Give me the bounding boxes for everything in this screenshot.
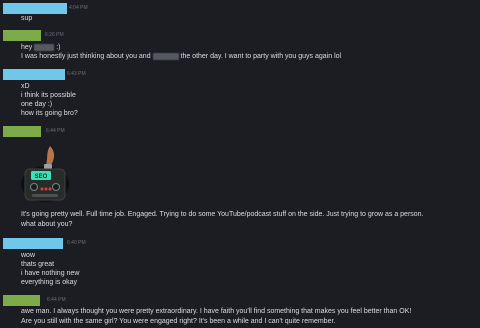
timestamp: 4:04 PM — [69, 5, 88, 11]
message-word: the other day. I want to party with you … — [180, 53, 342, 60]
message-text: what about you? — [21, 221, 73, 228]
sender-name-redacted[interactable] — [3, 295, 40, 306]
message-text: how its going bro? — [21, 110, 78, 117]
message-text: everything is okay — [21, 279, 78, 286]
sticker-hand — [46, 146, 55, 166]
message-header: 6:40 PM — [3, 238, 103, 249]
message-word: :) — [56, 44, 61, 51]
message-text: xD — [21, 83, 30, 90]
message-text: Are you still with the same girl? You we… — [21, 318, 336, 325]
sticker-knob — [30, 183, 38, 191]
timestamp: 6:44 PM — [47, 297, 66, 303]
redacted-name — [34, 43, 55, 51]
sticker-knob — [52, 183, 60, 191]
message-header: 4:04 PM — [3, 3, 103, 14]
sticker-light — [48, 187, 52, 191]
message-header: 6:44 PM — [3, 126, 103, 137]
message-text: wow — [21, 252, 36, 259]
sender-name-redacted[interactable] — [3, 3, 67, 14]
timestamp: 6:26 PM — [45, 32, 64, 38]
sender-name-redacted[interactable] — [3, 30, 41, 41]
message-header: 6:26 PM — [3, 30, 103, 41]
timestamp: 6:44 PM — [46, 128, 65, 134]
sticker-slot — [32, 194, 58, 197]
message-word: I was honestly just thinking about you a… — [21, 53, 151, 60]
chat-log: 4:04 PM sup 6:26 PM hey :) I was honestl… — [0, 0, 480, 328]
sticker-sleeve — [44, 164, 52, 169]
message-text: i think its possible — [21, 92, 76, 99]
message-text: sup — [21, 15, 33, 22]
message-word: hey — [21, 44, 33, 51]
sender-name-redacted[interactable] — [3, 69, 65, 80]
message-text: awe man. I always thought you were prett… — [21, 308, 412, 315]
message-text: It's going pretty well. Full time job. E… — [21, 211, 424, 218]
sender-name-redacted[interactable] — [3, 238, 63, 249]
message-header: 6:43 PM — [3, 69, 103, 80]
message-header: 6:44 PM — [3, 295, 103, 306]
message-text: i have nothing new — [21, 270, 80, 277]
message-text: thats great — [21, 261, 55, 268]
message-text: hey :) — [21, 43, 60, 52]
sticker-image: SEO — [21, 146, 69, 202]
sender-name-redacted[interactable] — [3, 126, 41, 137]
redacted-name — [152, 52, 179, 60]
sticker-label: SEO — [35, 174, 48, 180]
timestamp: 6:40 PM — [67, 240, 86, 246]
sticker-light — [44, 187, 48, 191]
timestamp: 6:43 PM — [67, 71, 86, 77]
message-text: I was honestly just thinking about you a… — [21, 52, 341, 61]
sticker-light — [40, 187, 44, 191]
message-text: one day :) — [21, 101, 53, 108]
